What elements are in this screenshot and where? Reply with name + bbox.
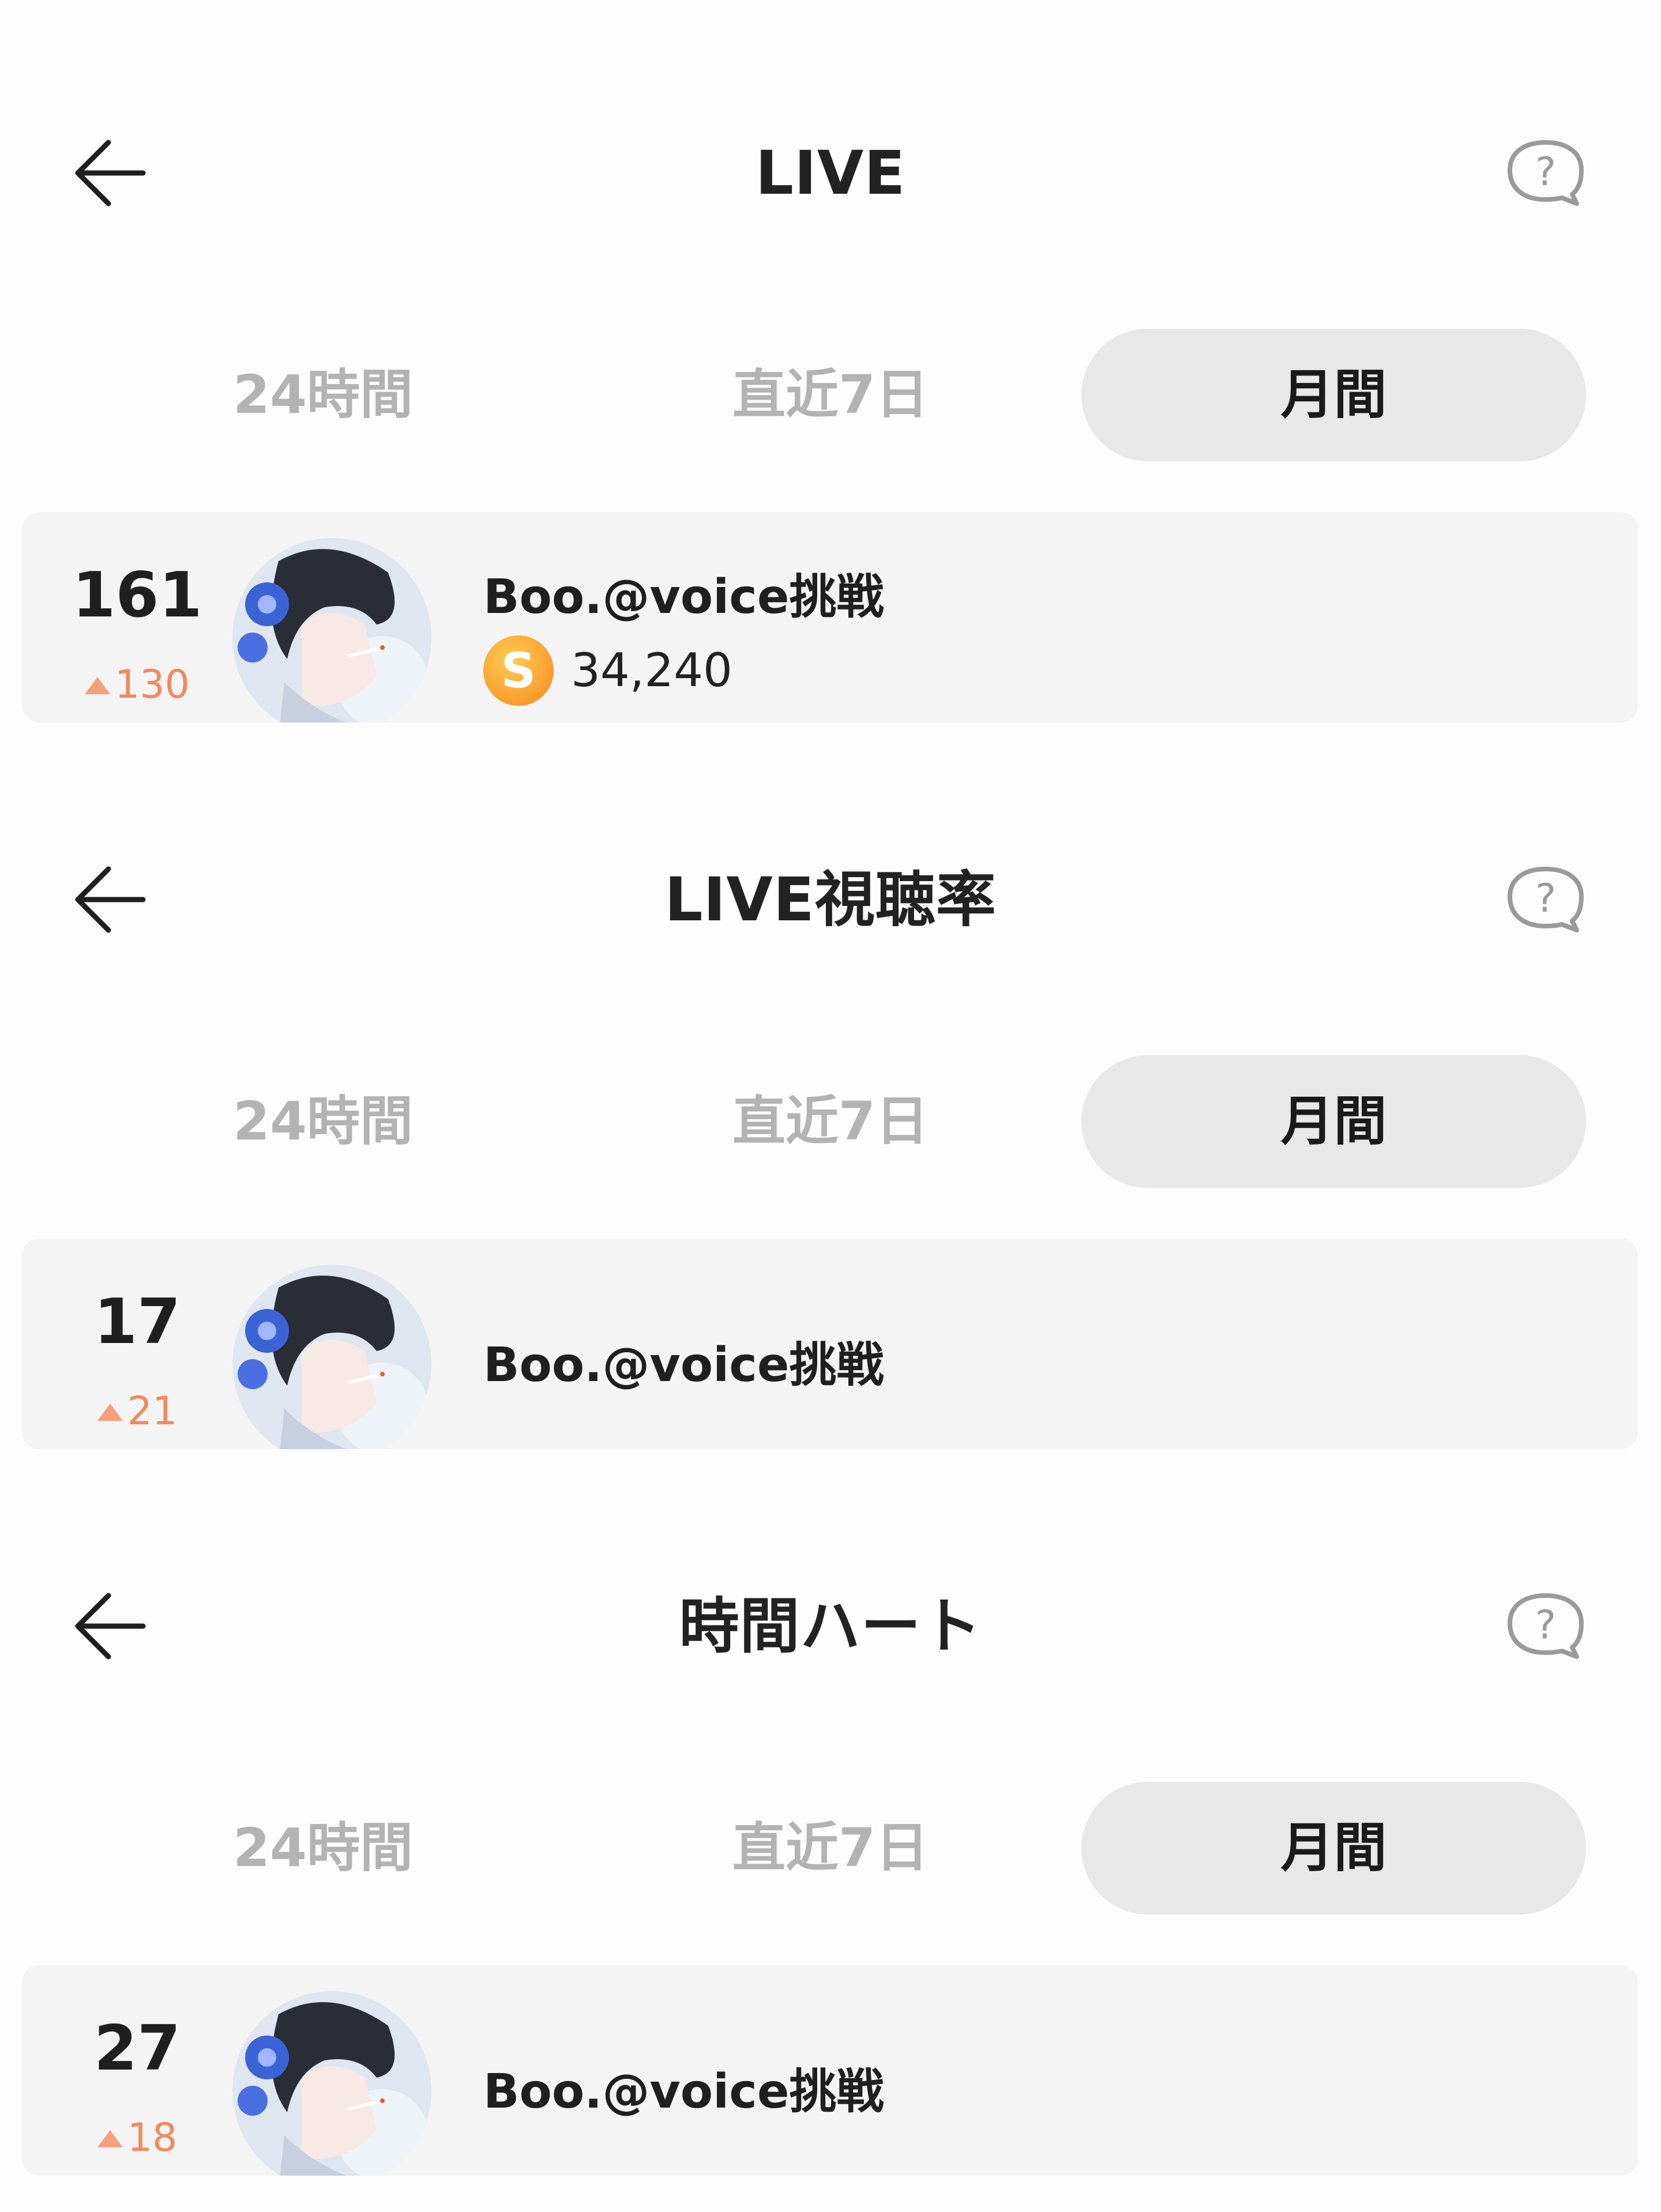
username: Boo.@voice挑戦: [483, 1338, 884, 1393]
arrow-left-icon: [75, 140, 146, 206]
rank-change-value: 18: [127, 2115, 178, 2161]
coin-score: S 34,240: [483, 635, 732, 706]
avatar[interactable]: [232, 1991, 431, 2176]
ranking-panel-live: LIVE ? 24時間 直近7日 月間 161 130 Boo.@voice挑戦…: [0, 0, 1661, 727]
tab-7d[interactable]: 直近7日: [657, 1055, 1004, 1188]
back-button[interactable]: [63, 127, 156, 219]
page-title: LIVE: [755, 138, 906, 208]
arrow-left-icon: [75, 866, 146, 933]
back-button[interactable]: [63, 1580, 156, 1672]
rank-change-value: 21: [127, 1389, 178, 1434]
ranking-panel-hourly-hearts: 時間ハート ? 24時間 直近7日 月間 27 18 Boo.@voice挑戦: [0, 1453, 1661, 2180]
help-button[interactable]: ?: [1500, 1583, 1592, 1669]
tab-24h[interactable]: 24時間: [150, 1782, 496, 1914]
tab-24h[interactable]: 24時間: [150, 1055, 496, 1188]
ranking-row[interactable]: 161 130 Boo.@voice挑戦 S 34,240: [22, 512, 1638, 723]
tab-7d[interactable]: 直近7日: [657, 329, 1004, 461]
triangle-up-icon: [85, 677, 111, 694]
username: Boo.@voice挑戦: [483, 570, 884, 625]
arrow-left-icon: [75, 1593, 146, 1660]
triangle-up-icon: [97, 1404, 123, 1421]
rank-change-value: 130: [115, 662, 190, 708]
tab-7d[interactable]: 直近7日: [657, 1782, 1004, 1914]
question-bubble-icon: ?: [1508, 867, 1584, 932]
tab-24h[interactable]: 24時間: [150, 329, 496, 461]
back-button[interactable]: [63, 853, 156, 946]
question-bubble-icon: ?: [1508, 140, 1584, 206]
rank-number: 17: [93, 1286, 181, 1358]
avatar-image: [232, 1991, 431, 2176]
help-button[interactable]: ?: [1500, 130, 1592, 216]
page-title: 時間ハート: [679, 1591, 982, 1661]
avatar-image: [232, 1265, 431, 1449]
triangle-up-icon: [97, 2130, 123, 2147]
rank-change: 130: [45, 659, 230, 711]
question-bubble-icon: ?: [1508, 1593, 1584, 1659]
coin-value: 34,240: [571, 644, 732, 697]
avatar-image: [232, 538, 431, 723]
rank-number: 27: [93, 2012, 181, 2085]
tab-monthly[interactable]: 月間: [1081, 329, 1586, 461]
svg-text:?: ?: [1535, 149, 1556, 195]
rank-change: 18: [45, 2112, 230, 2164]
ranking-row[interactable]: 17 21 Boo.@voice挑戦: [22, 1239, 1638, 1449]
tab-monthly[interactable]: 月間: [1081, 1055, 1586, 1188]
tab-monthly[interactable]: 月間: [1081, 1782, 1586, 1914]
username: Boo.@voice挑戦: [483, 2064, 884, 2119]
page-title: LIVE視聴率: [664, 864, 997, 935]
rank-number: 161: [72, 559, 202, 631]
avatar[interactable]: [232, 1265, 431, 1449]
rank-change: 21: [45, 1386, 230, 1438]
coin-icon: S: [483, 635, 554, 706]
svg-text:?: ?: [1535, 1602, 1556, 1648]
help-button[interactable]: ?: [1500, 856, 1592, 943]
avatar[interactable]: [232, 538, 431, 723]
svg-text:?: ?: [1535, 876, 1556, 921]
ranking-row[interactable]: 27 18 Boo.@voice挑戦: [22, 1965, 1638, 2176]
ranking-panel-live-viewing-rate: LIVE視聴率 ? 24時間 直近7日 月間 17 21 Boo.@voice挑…: [0, 727, 1661, 1453]
